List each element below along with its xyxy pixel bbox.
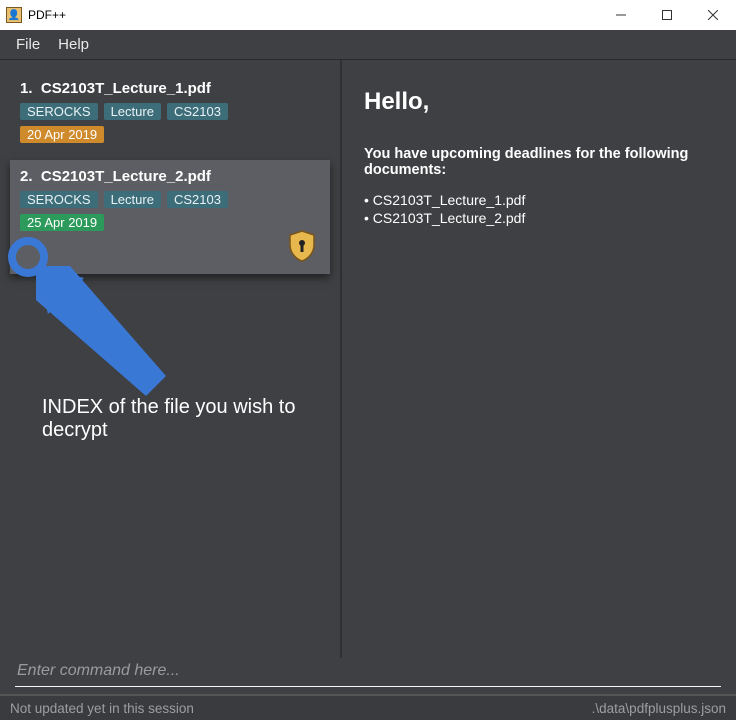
status-left: Not updated yet in this session xyxy=(10,701,194,716)
info-pane: Hello, You have upcoming deadlines for t… xyxy=(340,60,736,658)
window-title: PDF++ xyxy=(28,8,66,22)
status-right: .\data\pdfplusplus.json xyxy=(592,701,726,716)
tag-row: SEROCKS Lecture CS2103 xyxy=(20,191,320,208)
file-card-selected[interactable]: 2. CS2103T_Lecture_2.pdf SEROCKS Lecture… xyxy=(10,160,330,274)
deadline-list: CS2103T_Lecture_1.pdf CS2103T_Lecture_2.… xyxy=(364,192,718,226)
command-input[interactable] xyxy=(15,658,721,687)
date-badge: 20 Apr 2019 xyxy=(20,126,104,143)
window-controls xyxy=(598,0,736,30)
file-index: 1. xyxy=(20,80,33,97)
greeting-heading: Hello, xyxy=(364,88,718,116)
date-badge: 25 Apr 2019 xyxy=(20,214,104,231)
tag: SEROCKS xyxy=(20,191,98,208)
file-title: 1. CS2103T_Lecture_1.pdf xyxy=(20,80,320,97)
tag-row: SEROCKS Lecture CS2103 xyxy=(20,103,320,120)
tag: Lecture xyxy=(104,103,161,120)
minimize-button[interactable] xyxy=(598,0,644,30)
file-title: 2. CS2103T_Lecture_2.pdf xyxy=(20,168,320,185)
file-index: 2. xyxy=(20,168,33,185)
maximize-button[interactable] xyxy=(644,0,690,30)
deadline-message: You have upcoming deadlines for the foll… xyxy=(364,146,718,178)
deadline-item: CS2103T_Lecture_2.pdf xyxy=(364,210,718,226)
annotation-circle-marker xyxy=(8,237,48,277)
tag: Lecture xyxy=(104,191,161,208)
menubar: File Help xyxy=(0,30,736,60)
tag: CS2103 xyxy=(167,103,228,120)
deadline-item: CS2103T_Lecture_1.pdf xyxy=(364,192,718,208)
tag: CS2103 xyxy=(167,191,228,208)
menu-help[interactable]: Help xyxy=(58,36,89,53)
titlebar: 👤 PDF++ xyxy=(0,0,736,30)
main-area: 1. CS2103T_Lecture_1.pdf SEROCKS Lecture… xyxy=(0,60,736,658)
statusbar: Not updated yet in this session .\data\p… xyxy=(0,694,736,720)
tag: SEROCKS xyxy=(20,103,98,120)
file-card[interactable]: 1. CS2103T_Lecture_1.pdf SEROCKS Lecture… xyxy=(10,72,330,154)
annotation-text: INDEX of the file you wish to decrypt xyxy=(42,396,340,442)
menu-file[interactable]: File xyxy=(16,36,40,53)
file-name: CS2103T_Lecture_1.pdf xyxy=(41,80,211,97)
annotation-arrow-icon xyxy=(36,266,166,396)
file-list-pane: 1. CS2103T_Lecture_1.pdf SEROCKS Lecture… xyxy=(0,60,340,658)
close-button[interactable] xyxy=(690,0,736,30)
lock-shield-icon xyxy=(288,230,316,262)
app-icon: 👤 xyxy=(6,7,22,23)
file-name: CS2103T_Lecture_2.pdf xyxy=(41,168,211,185)
